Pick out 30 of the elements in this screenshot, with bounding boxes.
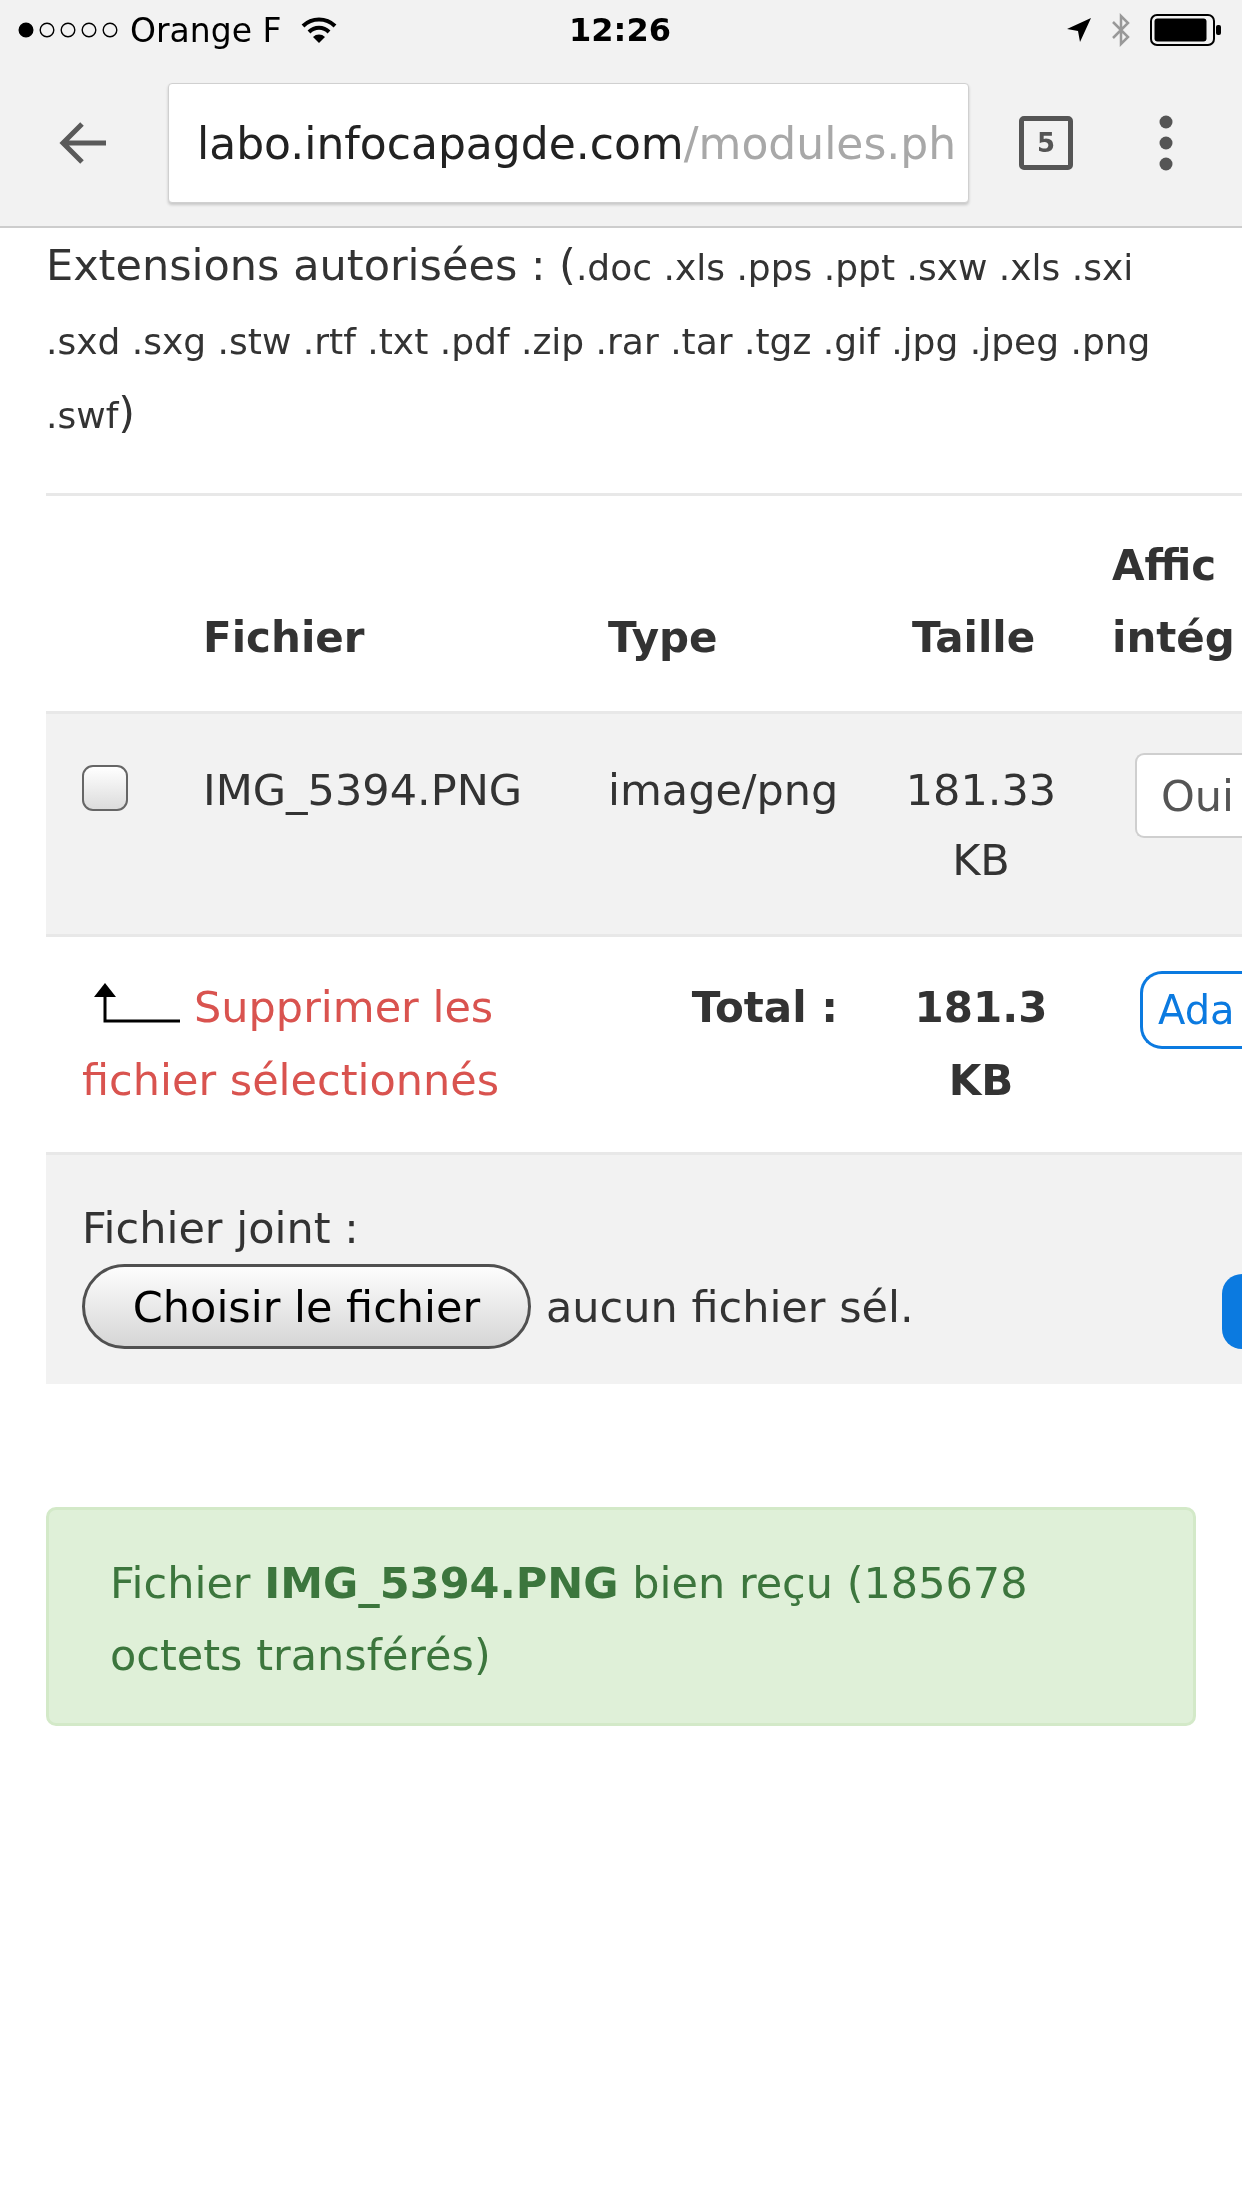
- total-value: 181.3 KB: [914, 983, 1048, 1105]
- delete-selected-link[interactable]: Supprimer les fichier sélectionnés: [82, 971, 522, 1117]
- choose-file-button[interactable]: Choisir le fichier: [82, 1264, 531, 1349]
- location-arrow-icon: [1066, 17, 1092, 43]
- action-button[interactable]: Ada: [1140, 971, 1242, 1049]
- file-type-cell: image/png: [608, 765, 839, 815]
- menu-icon[interactable]: [1159, 115, 1173, 171]
- column-header: Taille: [912, 613, 1036, 662]
- column-header: Fichier: [203, 613, 365, 662]
- signal-strength-icon: [18, 22, 118, 38]
- file-size-cell: 181.33 KB: [905, 765, 1057, 885]
- row-checkbox[interactable]: [82, 765, 128, 811]
- success-alert: Fichier IMG_5394.PNG bien reçu (185678 octets transférés): [46, 1507, 1196, 1726]
- carrier-name: Orange F: [130, 10, 282, 50]
- tab-switcher-button[interactable]: 5: [1019, 116, 1073, 170]
- address-field[interactable]: labo.infocapagde.com/modules.ph: [168, 83, 969, 203]
- total-label: Total :: [691, 983, 838, 1032]
- up-corner-arrow-icon: [93, 982, 180, 1024]
- no-file-text: aucun fichier sél.: [546, 1281, 914, 1332]
- column-header: Affic intég: [1112, 541, 1235, 662]
- display-select[interactable]: Oui: [1135, 753, 1242, 838]
- battery-icon: [1150, 14, 1222, 46]
- clock-time: 12:26: [569, 11, 671, 49]
- clipped-button[interactable]: [1222, 1274, 1242, 1349]
- file-name-cell: IMG_5394.PNG: [203, 765, 523, 815]
- wifi-icon: [301, 16, 338, 44]
- bluetooth-icon: [1110, 13, 1132, 47]
- column-header: Type: [608, 613, 718, 662]
- attachment-label: Fichier joint :: [82, 1202, 359, 1255]
- allowed-extensions-text: Extensions autorisées : (.doc .xls .pps .ppt .sxw .xls .sxi .sxd .sxg .stw .rtf .txt .pdf .zip .rar .tar .tgz .gif .jpg .jpeg .png .swf): [46, 239, 1152, 440]
